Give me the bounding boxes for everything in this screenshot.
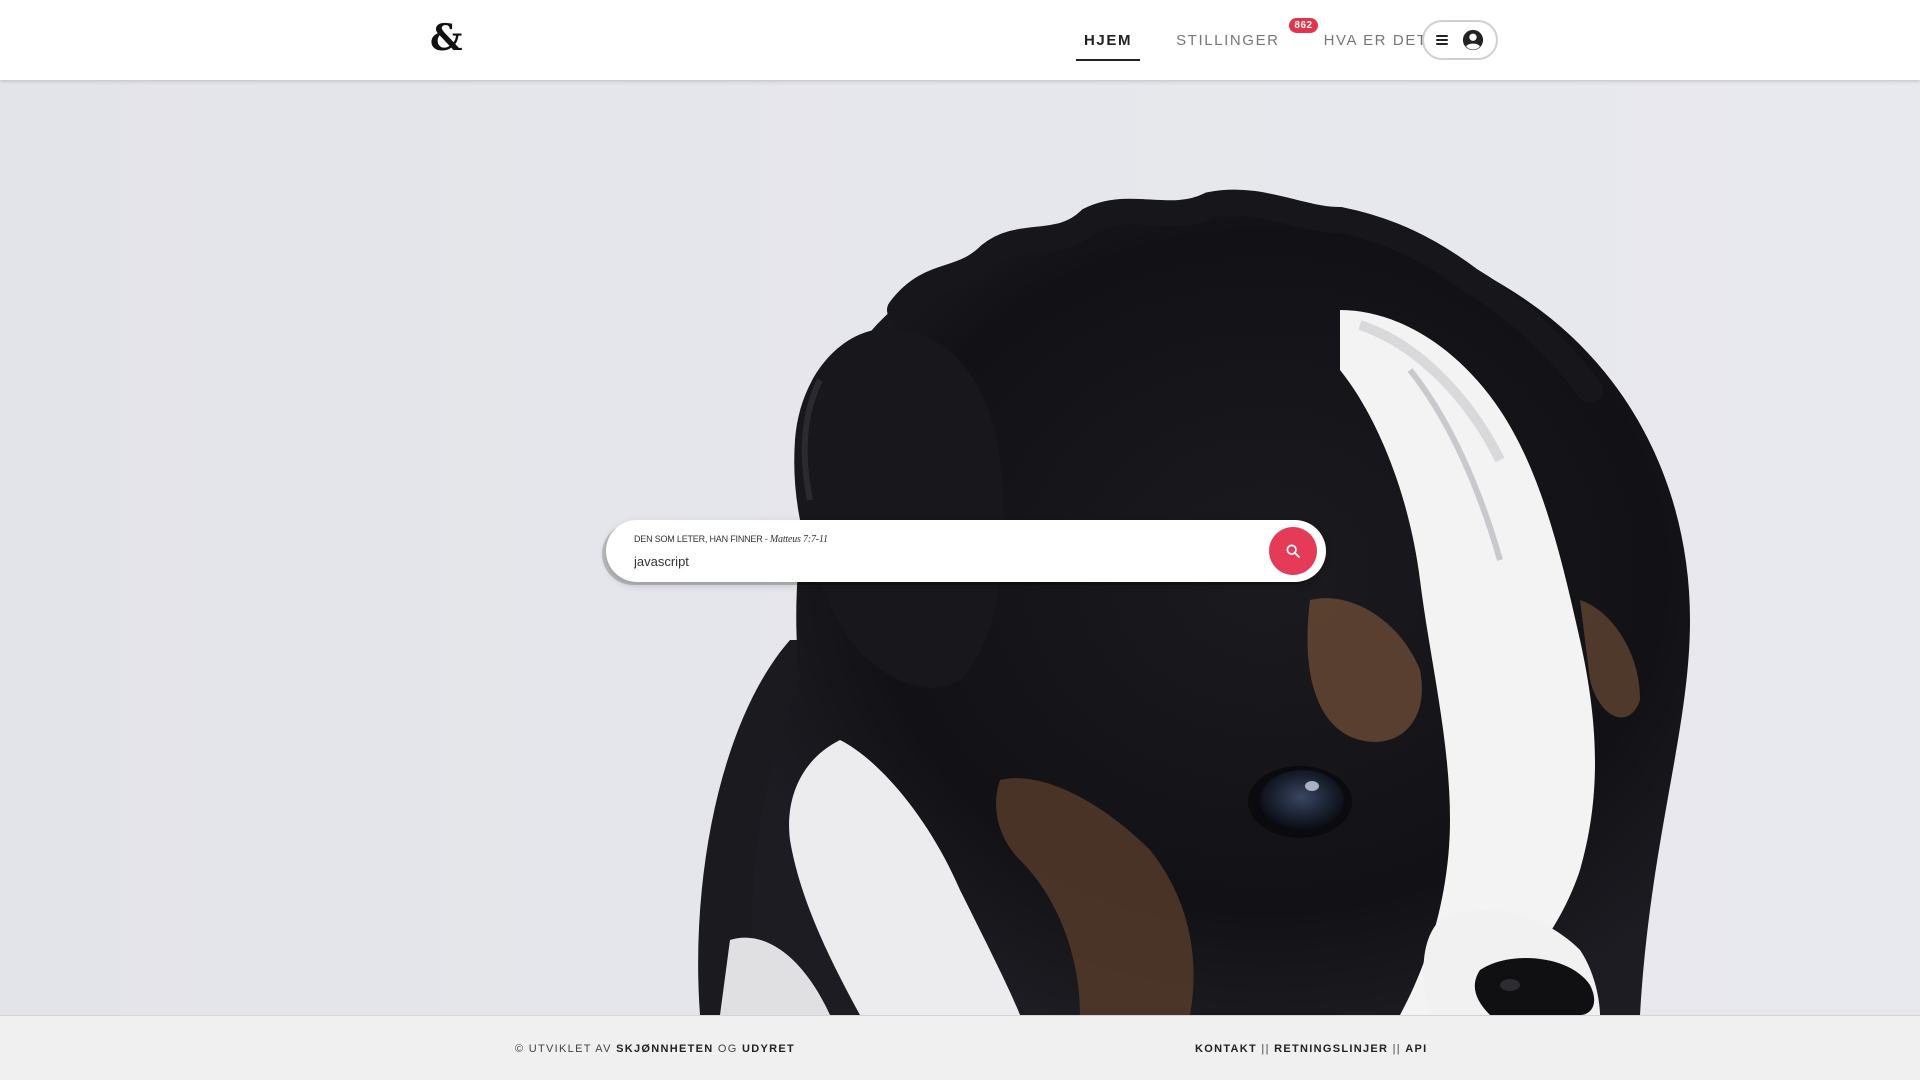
- nav-item-stillinger[interactable]: STILLINGER 862: [1168, 17, 1318, 55]
- count-badge: 862: [1289, 17, 1318, 33]
- search-label-prefix: DEN SOM LETER, HAN FINNER -: [634, 534, 770, 544]
- search-input[interactable]: [634, 552, 1234, 570]
- search-button[interactable]: [1269, 527, 1317, 575]
- author-link-1[interactable]: SKJØNNHETEN: [616, 1043, 713, 1055]
- separator: ||: [1388, 1043, 1406, 1055]
- logo[interactable]: &: [430, 18, 463, 58]
- search-icon: [1286, 544, 1300, 558]
- separator: ||: [1257, 1043, 1275, 1055]
- copyright-text: © UTVIKLET AV: [515, 1043, 617, 1055]
- account-circle-icon: [1462, 29, 1484, 51]
- footer: © UTVIKLET AV SKJØNNHETEN OG UDYRET KONT…: [0, 1015, 1920, 1080]
- search-label: DEN SOM LETER, HAN FINNER - Matteus 7:7-…: [634, 534, 828, 545]
- nav-item-label: HJEM: [1084, 31, 1133, 49]
- footer-link-kontakt[interactable]: KONTAKT: [1195, 1043, 1257, 1055]
- search-box: DEN SOM LETER, HAN FINNER - Matteus 7:7-…: [606, 520, 1326, 582]
- top-header: & HJEM STILLINGER 862 HVA ER DETTE?: [0, 0, 1920, 80]
- nav-item-label: STILLINGER: [1176, 31, 1280, 49]
- footer-link-api[interactable]: API: [1405, 1043, 1427, 1055]
- author-link-2[interactable]: UDYRET: [742, 1043, 795, 1055]
- footer-credits: © UTVIKLET AV SKJØNNHETEN OG UDYRET: [515, 1043, 795, 1055]
- hamburger-icon: [1436, 35, 1448, 45]
- footer-links: KONTAKT || RETNINGSLINJER || API: [1195, 1043, 1428, 1055]
- search-label-reference: Matteus 7:7-11: [769, 534, 828, 545]
- nav-item-hjem[interactable]: HJEM: [1076, 26, 1141, 61]
- conjunction-text: OG: [713, 1043, 742, 1055]
- user-menu-button[interactable]: [1422, 20, 1498, 60]
- footer-link-retningslinjer[interactable]: RETNINGSLINJER: [1274, 1043, 1388, 1055]
